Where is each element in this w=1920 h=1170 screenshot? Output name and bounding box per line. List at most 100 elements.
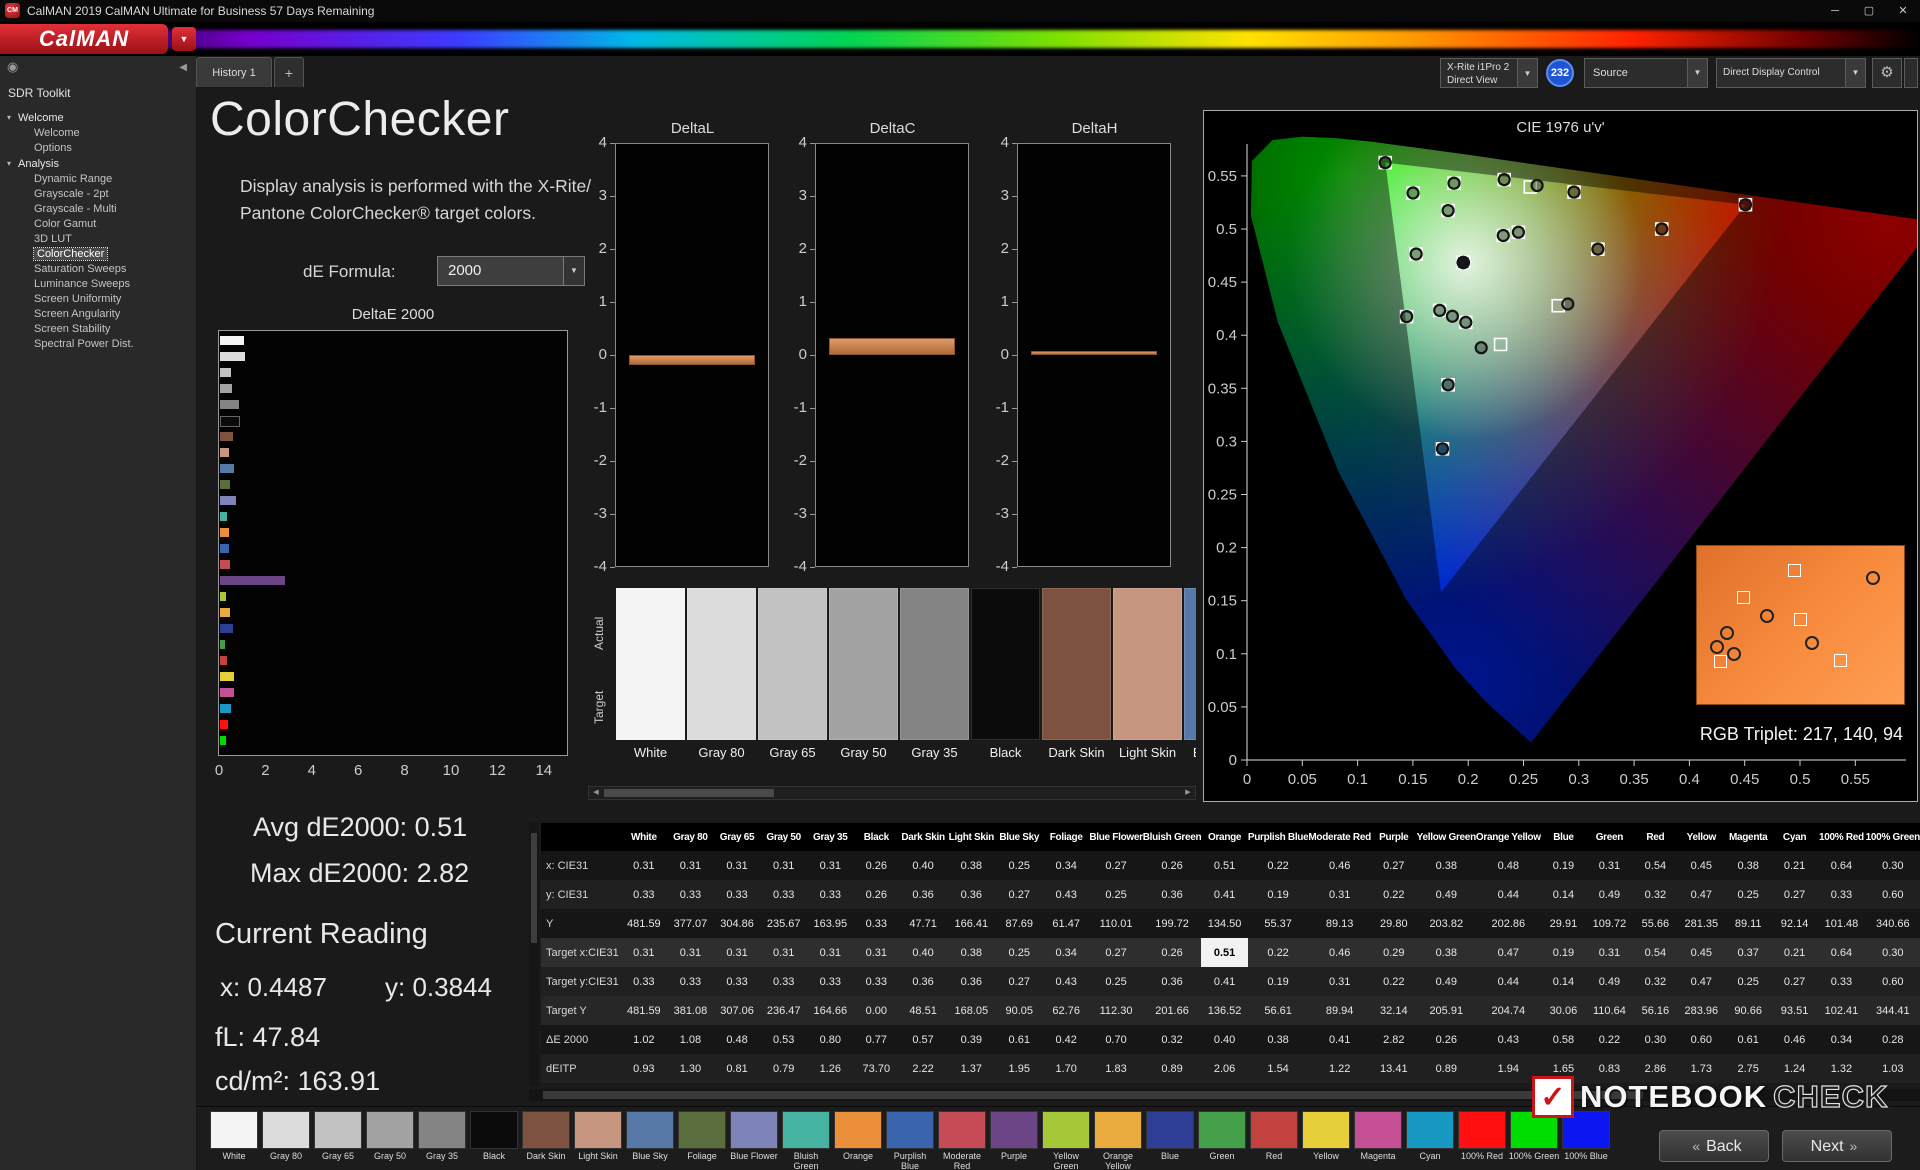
- strip-swatch-moderate-red[interactable]: Moderate Red: [936, 1111, 988, 1170]
- table-cell[interactable]: 136.52: [1201, 996, 1247, 1025]
- patch-swatch[interactable]: [626, 1111, 674, 1149]
- add-tab-button[interactable]: +: [274, 57, 304, 87]
- table-cell[interactable]: 101.48: [1817, 909, 1865, 938]
- table-cell[interactable]: 0.22: [1371, 880, 1417, 909]
- table-cell[interactable]: 0.31: [714, 938, 761, 967]
- patch-swatch-cell-white[interactable]: White: [616, 588, 685, 760]
- strip-swatch-100-green[interactable]: 100% Green: [1508, 1111, 1560, 1161]
- table-cell[interactable]: 283.96: [1678, 996, 1724, 1025]
- table-cell[interactable]: 102.41: [1817, 996, 1865, 1025]
- table-cell[interactable]: 0.70: [1089, 1025, 1142, 1054]
- edge-panel-button[interactable]: [1904, 58, 1918, 88]
- sidebar-item-screen-stability[interactable]: Screen Stability: [0, 322, 196, 337]
- table-cell[interactable]: 1.94: [1476, 1054, 1541, 1083]
- table-cell[interactable]: 0.36: [899, 880, 947, 909]
- sidebar-item-screen-uniformity[interactable]: Screen Uniformity: [0, 292, 196, 307]
- table-cell[interactable]: 0.33: [667, 880, 714, 909]
- table-cell[interactable]: 0.22: [1248, 938, 1309, 967]
- table-cell[interactable]: 89.11: [1725, 909, 1772, 938]
- table-cell[interactable]: 0.31: [854, 938, 899, 967]
- table-cell[interactable]: 0.31: [714, 851, 761, 880]
- strip-swatch-yellow-green[interactable]: Yellow Green: [1040, 1111, 1092, 1170]
- strip-swatch-gray-35[interactable]: Gray 35: [416, 1111, 468, 1161]
- strip-swatch-yellow[interactable]: Yellow: [1300, 1111, 1352, 1161]
- tree-expand-icon[interactable]: ▾: [7, 156, 11, 172]
- patch-swatch[interactable]: [522, 1111, 570, 1149]
- patch-swatch[interactable]: [262, 1111, 310, 1149]
- strip-swatch-black[interactable]: Black: [468, 1111, 520, 1161]
- table-cell[interactable]: 0.80: [807, 1025, 854, 1054]
- table-cell[interactable]: 13.41: [1371, 1054, 1417, 1083]
- table-cell[interactable]: 0.40: [899, 851, 947, 880]
- table-cell[interactable]: 0.49: [1586, 967, 1632, 996]
- table-cell[interactable]: 1.26: [807, 1054, 854, 1083]
- table-cell[interactable]: 0.64: [1817, 851, 1865, 880]
- strip-swatch-100-red[interactable]: 100% Red: [1456, 1111, 1508, 1161]
- table-cell[interactable]: 0.26: [854, 880, 899, 909]
- table-cell[interactable]: 0.53: [760, 1025, 807, 1054]
- table-cell[interactable]: 168.05: [947, 996, 995, 1025]
- table-cell[interactable]: 0.48: [714, 1025, 761, 1054]
- strip-swatch-green[interactable]: Green: [1196, 1111, 1248, 1161]
- chevron-down-icon[interactable]: ▼: [563, 257, 584, 285]
- table-cell[interactable]: 0.61: [1725, 1025, 1772, 1054]
- table-cell[interactable]: 0.19: [1541, 851, 1586, 880]
- table-cell[interactable]: 0.27: [996, 880, 1043, 909]
- tree-expand-icon[interactable]: ▾: [7, 110, 11, 126]
- table-cell[interactable]: 73.70: [854, 1054, 899, 1083]
- table-cell[interactable]: 0.41: [1201, 880, 1247, 909]
- patch-swatch-cell-dark-skin[interactable]: Dark Skin: [1042, 588, 1111, 760]
- meter-count-badge[interactable]: 232: [1546, 59, 1574, 87]
- patch-swatch-cell-gray-50[interactable]: Gray 50: [829, 588, 898, 760]
- table-cell[interactable]: 0.00: [854, 996, 899, 1025]
- table-cell[interactable]: 381.08: [667, 996, 714, 1025]
- patch-swatch[interactable]: [938, 1111, 986, 1149]
- workflow-menu-icon[interactable]: ◉: [7, 59, 18, 75]
- table-cell[interactable]: 0.21: [1772, 851, 1817, 880]
- table-cell[interactable]: 0.22: [1248, 851, 1309, 880]
- table-cell[interactable]: 55.66: [1633, 909, 1678, 938]
- strip-swatch-magenta[interactable]: Magenta: [1352, 1111, 1404, 1161]
- table-cell[interactable]: 90.05: [996, 996, 1043, 1025]
- table-vertical-scrollbar[interactable]: [529, 823, 539, 1087]
- table-cell[interactable]: 0.19: [1248, 880, 1309, 909]
- table-cell[interactable]: 0.36: [899, 967, 947, 996]
- table-cell[interactable]: 0.61: [996, 1025, 1043, 1054]
- patch-swatch[interactable]: [418, 1111, 466, 1149]
- tab-history-1[interactable]: History 1: [196, 57, 272, 87]
- patch-swatch[interactable]: [678, 1111, 726, 1149]
- table-cell[interactable]: 0.60: [1866, 967, 1920, 996]
- table-cell[interactable]: 0.43: [1043, 967, 1089, 996]
- patch-swatch[interactable]: [1146, 1111, 1194, 1149]
- table-cell[interactable]: 0.31: [1308, 880, 1371, 909]
- table-cell[interactable]: 0.19: [1248, 967, 1309, 996]
- table-cell[interactable]: 0.27: [1089, 851, 1142, 880]
- table-cell[interactable]: 0.30: [1866, 938, 1920, 967]
- table-cell[interactable]: 1.70: [1043, 1054, 1089, 1083]
- table-cell[interactable]: 163.95: [807, 909, 854, 938]
- table-cell[interactable]: 1.54: [1248, 1054, 1309, 1083]
- gear-icon[interactable]: ⚙: [1872, 58, 1902, 88]
- table-cell[interactable]: 0.33: [621, 967, 667, 996]
- sidebar-item-grayscale-multi[interactable]: Grayscale - Multi: [0, 202, 196, 217]
- table-cell[interactable]: 0.33: [621, 880, 667, 909]
- table-cell[interactable]: 199.72: [1143, 909, 1202, 938]
- table-cell[interactable]: 0.36: [947, 880, 995, 909]
- patch-swatch[interactable]: [1250, 1111, 1298, 1149]
- table-cell[interactable]: 0.54: [1633, 938, 1678, 967]
- swatch-scrollbar[interactable]: ◀ ▶: [588, 786, 1196, 800]
- strip-swatch-blue-sky[interactable]: Blue Sky: [624, 1111, 676, 1161]
- patch-swatch-cell-light-skin[interactable]: Light Skin: [1113, 588, 1182, 760]
- table-cell[interactable]: 0.38: [1725, 851, 1772, 880]
- patch-swatch-cell-gray-80[interactable]: Gray 80: [687, 588, 756, 760]
- table-cell[interactable]: 0.31: [1586, 938, 1632, 967]
- table-cell[interactable]: 1.22: [1308, 1054, 1371, 1083]
- table-cell[interactable]: 202.86: [1476, 909, 1541, 938]
- table-cell[interactable]: 2.22: [899, 1054, 947, 1083]
- collapse-sidebar-icon[interactable]: ◀: [179, 62, 187, 73]
- patch-swatch[interactable]: [758, 588, 827, 740]
- patch-swatch[interactable]: [616, 588, 685, 740]
- table-cell[interactable]: 0.25: [1725, 967, 1772, 996]
- maximize-button[interactable]: ▢: [1852, 0, 1886, 22]
- table-cell[interactable]: 112.30: [1089, 996, 1142, 1025]
